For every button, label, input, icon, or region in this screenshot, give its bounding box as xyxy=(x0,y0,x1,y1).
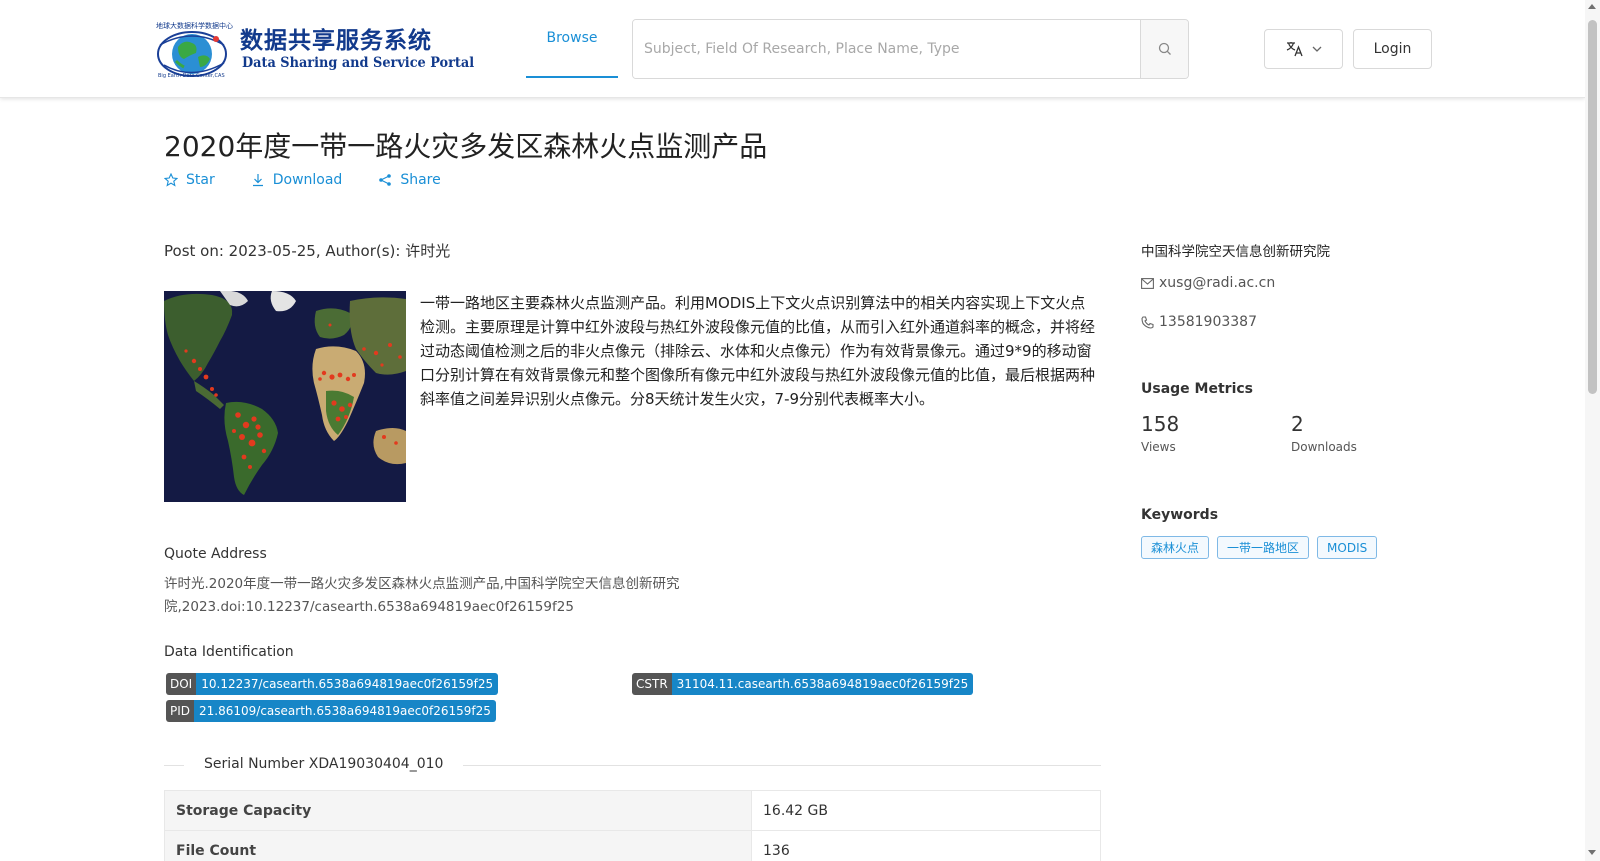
world-fire-map-image xyxy=(164,291,406,502)
views-label: Views xyxy=(1141,440,1176,454)
doi-badge[interactable]: DOI 10.12237/casearth.6538a694819aec0f26… xyxy=(166,673,499,695)
views-metric: 158 Views xyxy=(1141,412,1179,454)
pid-badge-key: PID xyxy=(166,700,195,722)
keyword-tag[interactable]: 一带一路地区 xyxy=(1217,536,1310,559)
pid-badge[interactable]: PID 21.86109/casearth.6538a694819aec0f26… xyxy=(166,700,496,722)
page-title: 2020年度一带一路火灾多发区森林火点监测产品 xyxy=(164,130,768,163)
search-button[interactable] xyxy=(1140,20,1188,78)
logo-micro-top: 地球大数据科学数据中心 xyxy=(156,22,233,30)
dataset-info-table: Storage Capacity 16.42 GB File Count 136 xyxy=(164,790,1101,861)
pid-badge-value: 21.86109/casearth.6538a694819aec0f26159f… xyxy=(194,700,496,722)
views-count: 158 xyxy=(1141,412,1180,436)
usage-metrics-title: Usage Metrics xyxy=(1141,381,1253,397)
star-icon xyxy=(164,173,178,187)
nav-browse-tab[interactable]: Browse xyxy=(526,0,618,78)
phone-text: 13581903387 xyxy=(1159,314,1257,330)
file-count-value: 136 xyxy=(751,830,1101,861)
scroll-down-arrow[interactable] xyxy=(1588,850,1596,855)
cstr-badge-key: CSTR xyxy=(632,673,672,695)
star-button[interactable]: Star xyxy=(164,172,215,188)
search-icon xyxy=(1158,42,1171,55)
phone-icon xyxy=(1141,315,1154,329)
scroll-up-arrow[interactable] xyxy=(1588,4,1596,9)
portal-logo[interactable]: 地球大数据科学数据中心 Big Earth Data Center,CAS 数据… xyxy=(154,21,474,79)
chevron-down-icon xyxy=(1312,46,1321,52)
top-header: 地球大数据科学数据中心 Big Earth Data Center,CAS 数据… xyxy=(0,0,1585,98)
download-label: Download xyxy=(272,172,343,188)
data-identification-label: Data Identification xyxy=(164,644,294,660)
dataset-description: 一带一路地区主要森林火点监测产品。利用MODIS上下文火点识别算法中的相关内容实… xyxy=(420,294,1096,408)
login-button[interactable]: Login xyxy=(1353,29,1432,69)
share-button[interactable]: Share xyxy=(378,172,441,188)
keyword-tag[interactable]: 森林火点 xyxy=(1141,536,1210,559)
file-count-label: File Count xyxy=(164,830,752,861)
cstr-badge[interactable]: CSTR 31104.11.casearth.6538a694819aec0f2… xyxy=(632,673,974,695)
storage-capacity-value: 16.42 GB xyxy=(751,790,1101,831)
keyword-tag[interactable]: MODIS xyxy=(1317,536,1378,559)
search-input[interactable] xyxy=(633,20,1140,78)
contact-email[interactable]: xusg@radi.ac.cn xyxy=(1141,275,1275,291)
scrollbar-thumb[interactable] xyxy=(1588,20,1597,394)
dataset-thumbnail[interactable] xyxy=(164,291,406,502)
email-text: xusg@radi.ac.cn xyxy=(1159,275,1276,291)
doi-badge-key: DOI xyxy=(166,673,197,695)
cstr-badge-value: 31104.11.casearth.6538a694819aec0f26159f… xyxy=(671,673,974,695)
doi-badge-value: 10.12237/casearth.6538a694819aec0f26159f… xyxy=(196,673,499,695)
download-button[interactable]: Download xyxy=(251,172,343,188)
page-scrollbar[interactable] xyxy=(1585,0,1600,861)
share-label: Share xyxy=(400,172,441,188)
table-row: Storage Capacity 16.42 GB xyxy=(164,790,1101,831)
dataset-actions: Star Download Share xyxy=(164,172,477,188)
quote-address-label: Quote Address xyxy=(164,546,267,562)
downloads-metric: 2 Downloads xyxy=(1291,412,1357,454)
download-icon xyxy=(252,174,263,187)
search-box xyxy=(632,19,1189,79)
contact-phone: 13581903387 xyxy=(1141,314,1257,330)
translate-icon xyxy=(1286,42,1303,57)
storage-capacity-label: Storage Capacity xyxy=(164,790,752,831)
serial-number: Serial Number XDA19030404_010 xyxy=(184,756,464,772)
downloads-label: Downloads xyxy=(1291,440,1357,454)
star-label: Star xyxy=(186,172,215,188)
downloads-count: 2 xyxy=(1291,412,1304,436)
keyword-list: 森林火点 一带一路地区 MODIS xyxy=(1141,536,1378,559)
organization-name: 中国科学院空天信息创新研究院 xyxy=(1141,244,1330,260)
share-icon xyxy=(379,174,392,186)
logo-english-title: Data Sharing and Service Portal xyxy=(242,55,475,71)
language-switcher[interactable] xyxy=(1264,29,1343,69)
table-row: File Count 136 xyxy=(164,830,1101,861)
logo-micro-bottom: Big Earth Data Center,CAS xyxy=(158,73,225,79)
keywords-title: Keywords xyxy=(1141,507,1219,523)
quote-address-text: 许时光.2020年度一带一路火灾多发区森林火点监测产品,中国科学院空天信息创新研… xyxy=(164,576,680,615)
mail-icon xyxy=(1141,277,1154,289)
logo-chinese-title: 数据共享服务系统 xyxy=(240,27,432,54)
post-info: Post on: 2023-05-25, Author(s): 许时光 xyxy=(164,242,451,260)
